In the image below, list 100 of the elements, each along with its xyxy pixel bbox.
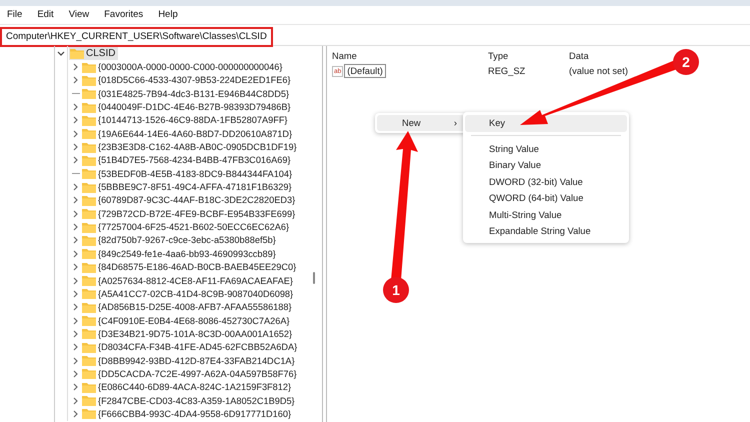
folder-icon	[82, 408, 96, 420]
tree-item-label: {0440049F-D1DC-4E46-B27B-98393D79486B}	[98, 102, 291, 112]
rename-field[interactable]: (Default)	[344, 64, 386, 78]
tree-item[interactable]: {60789D87-9C3C-44AF-B18C-3DE2C2820ED3}	[81, 194, 298, 207]
chevron-right-icon[interactable]	[73, 276, 79, 285]
tree-item[interactable]: {F666CBB4-993C-4DA4-9558-6D917771D160}	[81, 407, 294, 420]
chevron-right-icon[interactable]	[73, 63, 79, 72]
chevron-right-icon[interactable]	[73, 210, 79, 218]
folder-icon	[82, 355, 96, 366]
tree-item[interactable]: {19A6E644-14E6-4A60-B8D7-DD20610A871D}	[81, 127, 296, 140]
menu-item[interactable]: QWORD (64-bit) Value	[465, 190, 627, 206]
menu-item[interactable]: Help	[157, 9, 179, 24]
tree-item[interactable]: {84D68575-E186-46AD-B0CB-BAEB45EE29C0}	[81, 260, 300, 274]
folder-icon	[82, 182, 96, 193]
menu-item[interactable]: Expandable String Value	[465, 223, 627, 240]
folder-icon	[82, 342, 96, 353]
address-field[interactable]: Computer\HKEY_CURRENT_USER\Software\Classes\CLSID	[0, 27, 273, 47]
chevron-right-icon[interactable]	[73, 143, 79, 152]
chevron-right-icon[interactable]	[73, 330, 79, 338]
chevron-right-icon[interactable]	[73, 223, 79, 232]
menu-item[interactable]: View	[68, 9, 90, 24]
tree-item[interactable]: CLSID	[69, 47, 118, 60]
folder-icon	[82, 262, 96, 273]
chevron-right-icon[interactable]	[73, 303, 79, 312]
chevron-right-icon[interactable]	[73, 370, 79, 378]
chevron-right-icon[interactable]	[73, 383, 79, 392]
tree-item-label: {84D68575-E186-46AD-B0CB-BAEB45EE29C0}	[98, 262, 296, 272]
chevron-right-icon[interactable]	[73, 236, 79, 244]
chevron-right-icon[interactable]	[73, 156, 79, 164]
menu-item[interactable]: Key	[465, 115, 627, 132]
chevron-right-icon[interactable]	[73, 410, 79, 418]
chevron-right-icon[interactable]	[73, 343, 79, 352]
folder-icon	[70, 48, 84, 60]
folder-icon	[82, 222, 96, 233]
tree-item-label: {D8034CFA-F34B-41FE-AD45-62FCBB52A6DA}	[98, 342, 298, 352]
chevron-right-icon[interactable]	[73, 396, 79, 405]
tree-item[interactable]: {10144713-1526-46C9-88DA-1FB52807A9FF}	[81, 114, 290, 127]
menu-item[interactable]: Multi-String Value	[465, 206, 627, 223]
tree-item[interactable]: {A0257634-8812-4CE8-AF11-FA69ACAEAFAE}	[81, 274, 296, 288]
tree-item[interactable]: {F2847CBE-CD03-4C83-A359-1A8052C1B9D5}	[81, 394, 298, 408]
tree-item-label: CLSID	[86, 48, 116, 60]
menu-item[interactable]: New ›	[377, 115, 465, 131]
step-number-badge: 1	[383, 277, 409, 303]
tree-item[interactable]: {D8034CFA-F34B-41FE-AD45-62FCBB52A6DA}	[81, 340, 300, 354]
scrollbar-thumb[interactable]	[313, 272, 315, 284]
chevron-right-icon[interactable]	[73, 356, 79, 365]
chevron-right-icon[interactable]	[73, 316, 79, 325]
tree-item-label: {D3E34B21-9D75-101A-8C3D-00AA001A1652}	[98, 328, 292, 339]
tree-item-label: {77257004-6F25-4521-B602-50ECC6EC62A6}	[98, 222, 290, 232]
menu-item[interactable]: Binary Value	[465, 157, 627, 174]
menu-item[interactable]: String Value	[465, 140, 627, 157]
tree-item[interactable]: {5BBBE9C7-8F51-49C4-AFFA-47181F1B6329}	[81, 180, 295, 194]
tree-item[interactable]: {D8BB9942-93BD-412D-87E4-33FAB214DC1A}	[81, 354, 298, 368]
menu-item[interactable]: DWORD (32-bit) Value	[465, 174, 627, 190]
tree-item[interactable]: {53BEDF0B-4E5B-4183-8DC9-B844344FA104}	[81, 167, 296, 180]
chevron-right-icon[interactable]	[73, 130, 79, 138]
tree-item-label: {51B4D7E5-7568-4234-B4BB-47FB3C016A69}	[98, 155, 291, 166]
column-header[interactable]: Data	[569, 50, 589, 60]
tree-item[interactable]: {51B4D7E5-7568-4234-B4BB-47FB3C016A69}	[81, 154, 294, 167]
tree-item-label: {031E4825-7B94-4dc3-B131-E946B44C8DD5}	[98, 88, 290, 99]
chevron-right-icon[interactable]	[73, 103, 79, 112]
tree-item[interactable]: {D3E34B21-9D75-101A-8C3D-00AA001A1652}	[81, 327, 296, 340]
value-type: REG_SZ	[488, 66, 526, 76]
tree-item[interactable]: {031E4825-7B94-4dc3-B131-E946B44C8DD5}	[81, 87, 292, 100]
chevron-right-icon[interactable]	[73, 263, 79, 272]
tree-item[interactable]: {AD856B15-D25E-4008-AFB7-AFAA55586188}	[81, 300, 295, 314]
menu-item[interactable]: File	[6, 9, 24, 24]
value-data: (value not set)	[569, 66, 628, 76]
folder-icon	[82, 142, 96, 153]
folder-icon	[82, 248, 96, 260]
tree-item[interactable]: {018D5C66-4533-4307-9B53-224DE2ED1FE6}	[81, 74, 294, 87]
tree-item[interactable]: {C4F0910E-E0B4-4E68-8086-452730C7A26A}	[81, 314, 293, 328]
folder-icon	[82, 315, 96, 326]
chevron-right-icon[interactable]	[73, 250, 79, 258]
tree-item-label: {A0257634-8812-4CE8-AF11-FA69ACAEAFAE}	[98, 276, 293, 286]
tree-item[interactable]: {23B3E3D8-C162-4A8B-AB0C-0905DCB1DF19}	[81, 140, 300, 154]
chevron-down-icon[interactable]	[57, 50, 65, 57]
chevron-right-icon[interactable]	[73, 196, 79, 204]
column-header[interactable]: Name	[332, 50, 488, 60]
tree-item-label: {60789D87-9C3C-44AF-B18C-3DE2C2820ED3}	[98, 195, 296, 206]
tree-item[interactable]: {0003000A-0000-0000-C000-000000000046}	[81, 60, 286, 74]
tree-item-label: {018D5C66-4533-4307-9B53-224DE2ED1FE6}	[98, 75, 291, 86]
folder-icon	[82, 234, 96, 246]
chevron-right-icon[interactable]	[73, 290, 79, 298]
tree-item[interactable]: {0440049F-D1DC-4E46-B27B-98393D79486B}	[81, 100, 294, 114]
tree-item[interactable]: {82d750b7-9267-c9ce-3ebc-a5380b88ef5b}	[81, 234, 279, 247]
chevron-right-icon[interactable]	[73, 76, 79, 84]
tree-item[interactable]: {729B72CD-B72E-4FE9-BCBF-E954B33FE699}	[81, 207, 298, 220]
folder-icon	[82, 88, 96, 100]
menu-item[interactable]: Edit	[36, 9, 55, 24]
column-header[interactable]: Type	[488, 50, 569, 60]
tree-item[interactable]: {E086C440-6D89-4ACA-824C-1A2159F3F812}	[81, 380, 294, 394]
menu-item[interactable]: Favorites	[103, 9, 144, 24]
tree-item[interactable]: {77257004-6F25-4521-B602-50ECC6EC62A6}	[81, 220, 292, 234]
chevron-right-icon[interactable]	[73, 183, 79, 192]
tree-item[interactable]: {849c2549-fe1e-4aa6-bb93-4690993ccb89}	[81, 247, 279, 260]
tree-item[interactable]: {DD5CACDA-7C2E-4997-A62A-04A597B58F76}	[81, 367, 300, 380]
tree-item[interactable]: {A5A41CC7-02CB-41D4-8C9B-9087040D6098}	[81, 287, 296, 300]
chevron-right-icon[interactable]	[73, 116, 79, 124]
tree-item-label: {10144713-1526-46C9-88DA-1FB52807A9FF}	[98, 115, 288, 126]
